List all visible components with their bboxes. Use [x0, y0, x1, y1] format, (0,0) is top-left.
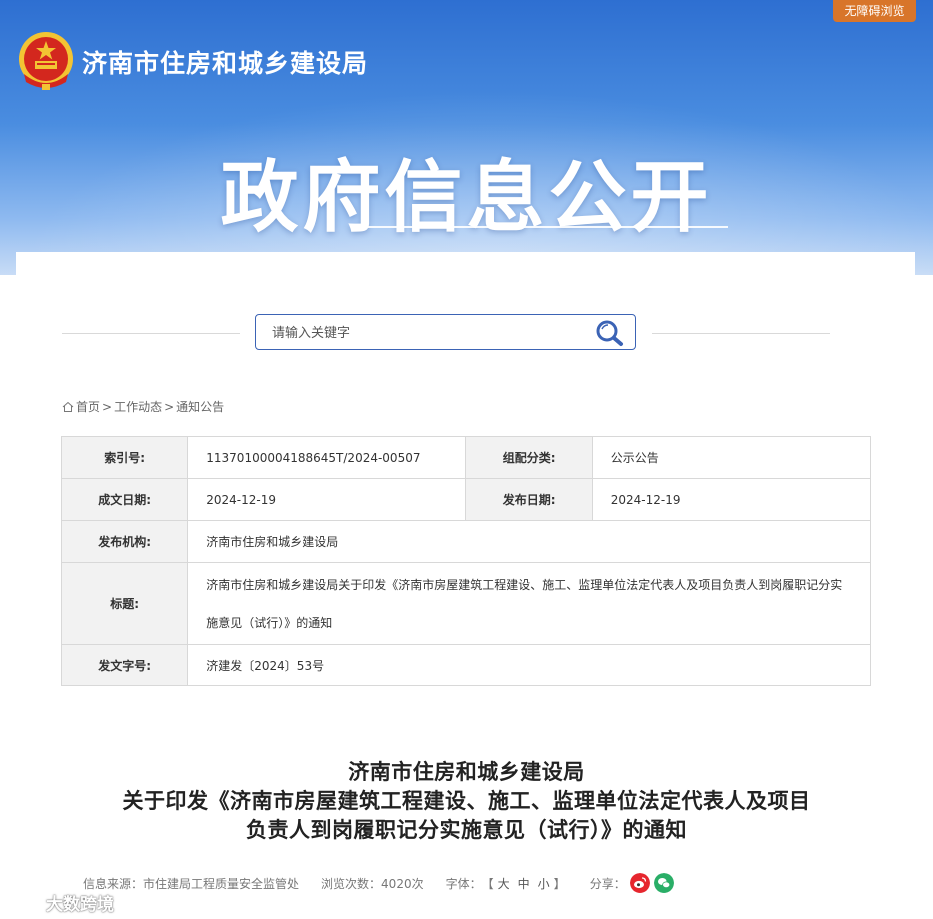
index-value: 11370100004188645T/2024-00507 [187, 436, 467, 479]
doc-number-value: 济建发〔2024〕53号 [187, 644, 871, 686]
info-table: 索引号: 11370100004188645T/2024-00507 组配分类:… [60, 436, 872, 686]
watermark-text: 大数跨境 [46, 895, 114, 915]
site-name[interactable]: 济南市住房和城乡建设局 [82, 44, 368, 80]
article-meta: 信息来源： 市住建局工程质量安全监管处 浏览次数： 4020次 字体： 【大中小… [83, 873, 674, 893]
header-banner: 无障碍浏览 济南市住房和城乡建设局 政府信息公开 [0, 0, 933, 275]
table-row: 发布机构: 济南市住房和城乡建设局 [60, 520, 871, 563]
search-icon[interactable] [595, 319, 625, 347]
article-title-line: 负责人到岗履职记分实施意见（试行）》的通知 [246, 818, 687, 842]
source-value: 市住建局工程质量安全监管处 [143, 876, 300, 891]
title-value: 济南市住房和城乡建设局关于印发《济南市房屋建筑工程建设、施工、监理单位法定代表人… [187, 562, 871, 645]
breadcrumb-work-news[interactable]: 工作动态 [114, 398, 162, 415]
date-written-value: 2024-12-19 [187, 478, 467, 521]
watermark-logo-icon [7, 894, 40, 911]
issuer-label: 发布机构: [60, 520, 189, 563]
category-label: 组配分类: [465, 436, 593, 479]
views-label: 浏览次数： [321, 876, 382, 891]
publish-date-label: 发布日期: [465, 478, 593, 521]
category-value: 公示公告 [591, 436, 872, 479]
date-written-label: 成文日期: [60, 478, 189, 521]
font-medium-button[interactable]: 中 [518, 877, 530, 891]
font-size-controls: 【大中小】 [482, 875, 566, 892]
banner-title: 政府信息公开 [220, 153, 713, 243]
search-input[interactable] [270, 322, 574, 344]
publish-date-value: 2024-12-19 [591, 478, 872, 521]
views-value: 4020次 [381, 876, 424, 891]
table-row: 标题: 济南市住房和城乡建设局关于印发《济南市房屋建筑工程建设、施工、监理单位法… [60, 562, 871, 645]
home-icon [62, 401, 74, 412]
font-large-button[interactable]: 大 [498, 877, 510, 891]
share-label: 分享： [589, 876, 626, 891]
font-label: 字体： [445, 876, 482, 891]
bracket-open: 【 [481, 876, 494, 891]
national-emblem-icon [19, 32, 73, 90]
title-underline [360, 226, 728, 228]
divider [652, 333, 830, 334]
bracket-close: 】 [553, 876, 566, 891]
article-title: 济南市住房和城乡建设局 关于印发《济南市房屋建筑工程建设、施工、监理单位法定代表… [0, 758, 933, 845]
breadcrumb-notices[interactable]: 通知公告 [176, 398, 224, 415]
source-label: 信息来源： [83, 876, 144, 891]
divider [62, 333, 240, 334]
wechat-share-icon[interactable] [653, 873, 674, 893]
article-title-line: 关于印发《济南市房屋建筑工程建设、施工、监理单位法定代表人及项目 [122, 789, 811, 813]
issuer-value: 济南市住房和城乡建设局 [187, 520, 871, 563]
table-row: 发文字号: 济建发〔2024〕53号 [60, 644, 871, 686]
breadcrumb: 首页 > 工作动态 > 通知公告 [62, 398, 224, 415]
title-label: 标题: [60, 562, 189, 645]
index-label: 索引号: [60, 436, 189, 479]
table-row: 索引号: 11370100004188645T/2024-00507 组配分类:… [60, 436, 872, 479]
font-small-button[interactable]: 小 [538, 877, 550, 891]
breadcrumb-separator: > [102, 399, 113, 414]
article-title-line: 济南市住房和城乡建设局 [348, 760, 585, 784]
table-row: 成文日期: 2024-12-19 发布日期: 2024-12-19 [60, 478, 872, 521]
breadcrumb-separator: > [164, 399, 175, 414]
weibo-share-icon[interactable] [629, 873, 650, 893]
breadcrumb-home[interactable]: 首页 [76, 398, 100, 415]
accessibility-button[interactable]: 无障碍浏览 [833, 0, 916, 22]
doc-number-label: 发文字号: [60, 644, 189, 686]
search-box [255, 314, 636, 350]
watermark: 大数跨境 [6, 890, 114, 915]
